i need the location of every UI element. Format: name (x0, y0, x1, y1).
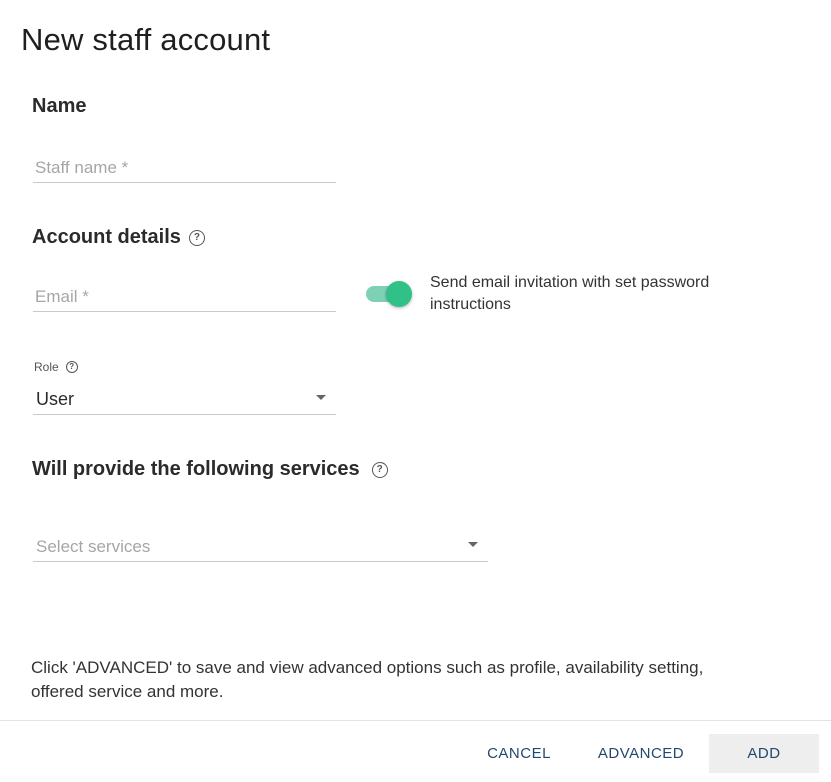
services-heading: Will provide the following services ? (32, 458, 388, 481)
email-invitation-label: Send email invitation with set password … (430, 274, 710, 313)
services-heading-text: Will provide the following services (32, 458, 360, 480)
account-details-heading: Account details ? (32, 226, 205, 249)
services-select[interactable]: Select services (33, 526, 488, 562)
role-select[interactable]: User (33, 378, 336, 415)
advanced-button[interactable]: ADVANCED (590, 734, 692, 773)
role-label-text: Role (34, 360, 59, 374)
email-placeholder: Email * (35, 287, 89, 306)
footer-divider (0, 720, 831, 721)
toggle-knob (386, 281, 412, 307)
caret-down-icon (468, 542, 478, 547)
help-icon[interactable]: ? (65, 361, 78, 373)
staff-name-placeholder: Staff name * (35, 158, 129, 177)
advanced-hint-text: Click 'ADVANCED' to save and view advanc… (31, 658, 704, 701)
dialog-title: New staff account (21, 22, 271, 57)
name-section-heading: Name (32, 95, 86, 118)
role-label: Role ? (34, 360, 78, 374)
caret-down-icon (316, 395, 326, 400)
help-icon[interactable]: ? (188, 229, 205, 246)
role-select-value: User (36, 389, 75, 409)
email-invitation-toggle[interactable] (366, 281, 412, 307)
add-button[interactable]: ADD (709, 734, 819, 773)
cancel-button[interactable]: CANCEL (478, 734, 560, 773)
new-staff-dialog: New staff account Name Staff name * Acco… (0, 0, 831, 782)
services-select-placeholder: Select services (36, 537, 151, 556)
name-heading-text: Name (32, 95, 87, 117)
staff-name-input[interactable]: Staff name * (33, 150, 336, 183)
email-input[interactable]: Email * (33, 279, 336, 312)
account-details-heading-text: Account details (32, 226, 181, 248)
help-icon[interactable]: ? (371, 461, 388, 478)
